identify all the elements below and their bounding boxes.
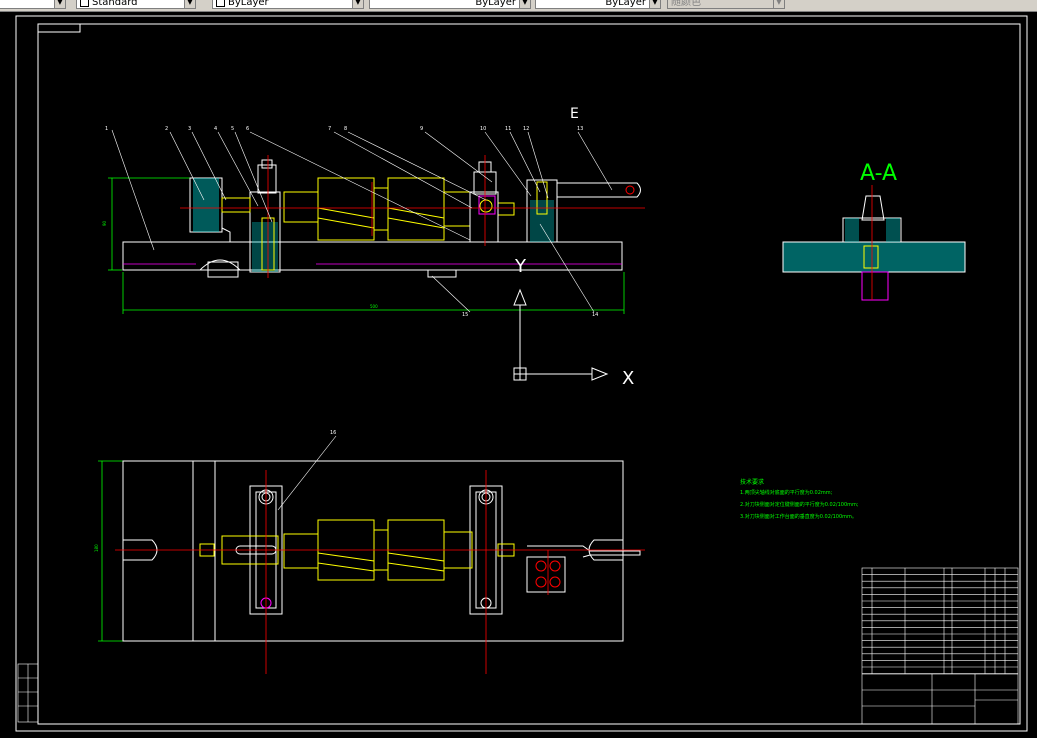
linetype-combo[interactable]: ByLayer ▼ [369,0,531,9]
chevron-down-icon[interactable]: ▼ [184,0,195,8]
balloon-12: 12 [523,126,529,132]
parts-list [861,567,1019,674]
drawing-canvas[interactable]: 90 500 1 2 3 4 5 6 7 8 9 10 11 12 131415… [0,12,1037,738]
title-block [861,673,1019,725]
balloon-4: 4 [214,126,217,132]
balloon-13: 13 [577,126,583,132]
balloon-8: 8 [344,126,347,132]
tech-req-item: 1.两顶尖轴线对底面的平行度为0.02mm; [740,489,833,496]
balloon-3: 3 [188,126,191,132]
tech-requirements: 技术要求 1.两顶尖轴线对底面的平行度为0.02mm; 2.对刀块侧面对定位键侧… [740,478,859,520]
balloon-2: 2 [165,126,168,132]
balloon-15: 15 [462,312,468,318]
balloon-5: 5 [231,126,234,132]
tech-req-item: 2.对刀块侧面对定位键侧面的平行度为0.02/100mm; [740,501,859,508]
layer-value: ByLayer [228,0,269,8]
balloon-9: 9 [420,126,423,132]
balloon-6: 6 [246,126,249,132]
balloon-10: 10 [480,126,486,132]
lineweight-combo[interactable]: ByLayer ▼ [535,0,661,9]
layer-combo[interactable]: ByLayer ▼ [212,0,364,9]
balloon-1: 1 [105,126,108,132]
text-style-combo[interactable]: Standard ▼ [76,0,196,9]
svg-text:500: 500 [370,304,378,309]
revision-block [17,663,39,723]
plot-style-combo[interactable]: 随颜色 ▼ [667,0,785,9]
lineweight-value: ByLayer [605,0,646,8]
chevron-down-icon[interactable]: ▼ [519,0,530,8]
balloon-7: 7 [328,126,331,132]
chevron-down-icon[interactable]: ▼ [649,0,660,8]
ucs-icon [513,288,609,381]
chevron-down-icon[interactable]: ▼ [352,0,363,8]
properties-toolbar: ▼ Standard ▼ ByLayer ▼ ByLayer ▼ ByLayer… [0,0,1037,12]
svg-text:90: 90 [102,220,107,226]
color-swatch-icon [216,0,225,7]
section-marker: E [570,106,579,122]
section-view: A-A [782,161,966,301]
ucs-x-label: X [622,368,634,389]
text-style-icon [80,0,89,7]
plot-style-value: 随颜色 [671,0,701,8]
top-view: 180 16 [94,430,645,674]
front-view: 90 500 1 2 3 4 5 6 7 8 9 10 11 12 131415… [102,106,645,318]
balloon-14: 14 [592,312,598,318]
tech-req-item: 3.对刀块侧面对工作台面的垂直度为0.02/100mm。 [740,513,857,520]
text-style-value: Standard [92,0,138,8]
ucs-y-label: Y [514,256,527,277]
section-label: A-A [860,161,897,186]
balloon-11: 11 [505,126,511,132]
chevron-down-icon[interactable]: ▼ [54,0,65,8]
prev-style-combo[interactable]: ▼ [0,0,66,9]
linetype-value: ByLayer [475,0,516,8]
tech-req-title: 技术要求 [740,478,764,486]
chevron-down-icon[interactable]: ▼ [773,0,784,8]
svg-text:180: 180 [94,544,99,552]
balloon-16: 16 [330,430,336,436]
